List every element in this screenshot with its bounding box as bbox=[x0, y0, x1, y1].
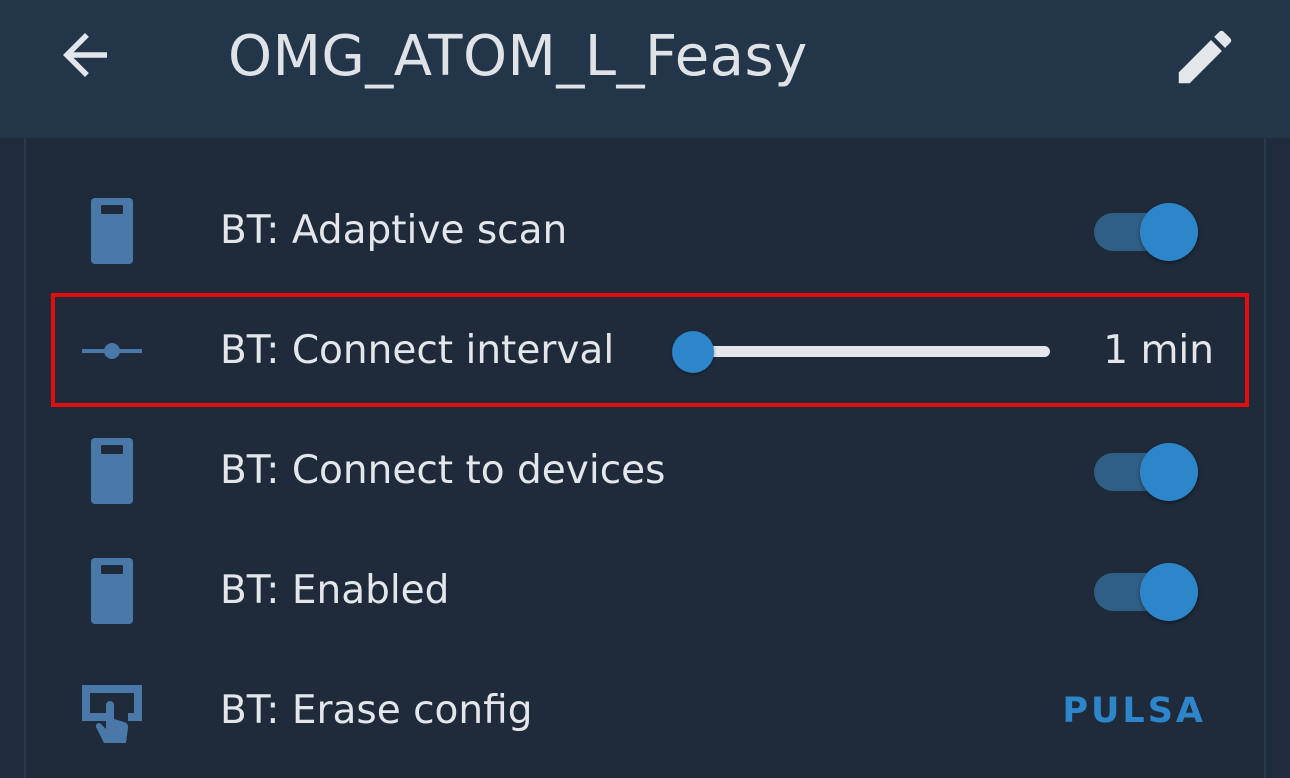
row-bt-enabled: BT: Enabled bbox=[0, 531, 1290, 651]
bluetooth-device-icon bbox=[91, 198, 133, 264]
row-bt-erase-config: BT: Erase config PULSA bbox=[0, 651, 1290, 771]
row-label: BT: Connect interval bbox=[220, 328, 615, 373]
connect-interval-slider[interactable] bbox=[668, 321, 1058, 381]
row-bt-adaptive-scan: BT: Adaptive scan bbox=[0, 171, 1290, 291]
connect-to-devices-toggle[interactable] bbox=[1090, 441, 1202, 501]
bluetooth-device-icon bbox=[91, 558, 133, 624]
bluetooth-device-icon bbox=[91, 438, 133, 504]
toggle-thumb bbox=[1140, 443, 1198, 501]
erase-config-press-button[interactable]: PULSA bbox=[1062, 651, 1206, 771]
row-label: BT: Enabled bbox=[220, 568, 450, 613]
back-button[interactable] bbox=[52, 22, 118, 88]
row-bt-connect-interval: BT: Connect interval 1 min bbox=[0, 291, 1290, 411]
row-label: BT: Erase config bbox=[220, 688, 533, 733]
toggle-thumb bbox=[1140, 563, 1198, 621]
row-bt-connect-to-devices: BT: Connect to devices bbox=[0, 411, 1290, 531]
pencil-icon bbox=[1178, 30, 1232, 84]
app-bar: OMG_ATOM_L_Feasy bbox=[0, 0, 1290, 138]
enabled-toggle[interactable] bbox=[1090, 561, 1202, 621]
row-label: BT: Connect to devices bbox=[220, 448, 666, 493]
edit-button[interactable] bbox=[1170, 22, 1240, 92]
page-title: OMG_ATOM_L_Feasy bbox=[228, 24, 808, 89]
toggle-thumb bbox=[1140, 203, 1198, 261]
slider-thumb[interactable] bbox=[672, 331, 714, 373]
slider-horizontal-icon bbox=[82, 343, 142, 359]
slider-value: 1 min bbox=[1103, 328, 1214, 373]
adaptive-scan-toggle[interactable] bbox=[1090, 201, 1202, 261]
slider-track bbox=[688, 346, 1050, 357]
arrow-left-icon bbox=[63, 33, 107, 77]
gesture-tap-button-icon bbox=[82, 685, 142, 743]
row-label: BT: Adaptive scan bbox=[220, 208, 568, 253]
